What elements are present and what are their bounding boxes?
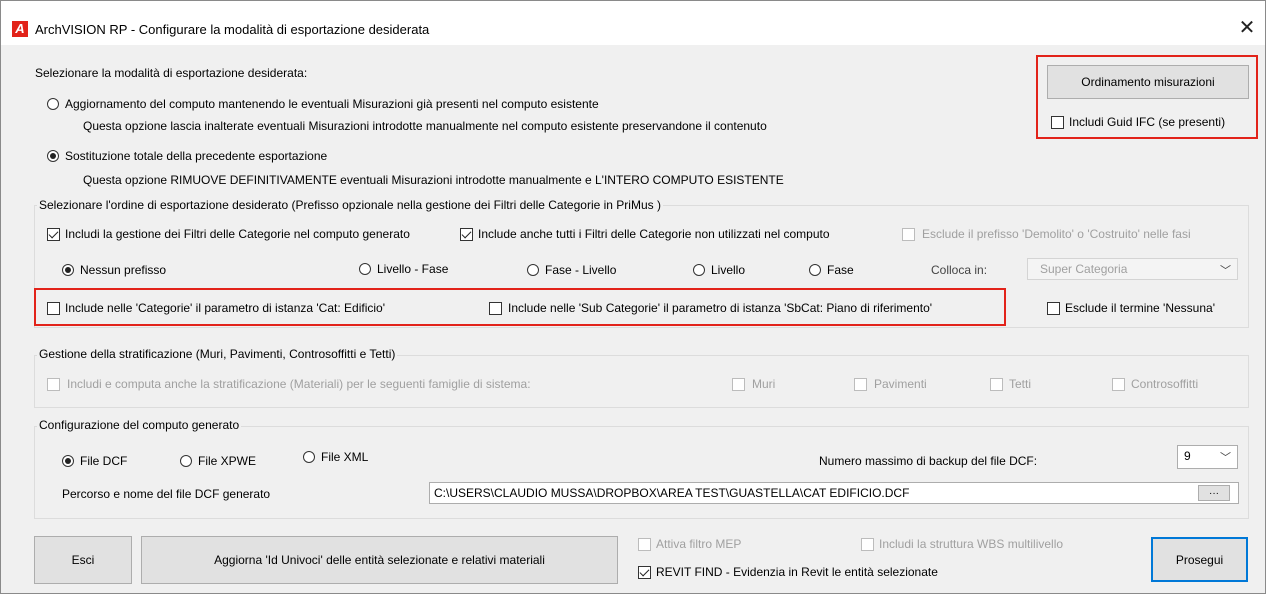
backup-select[interactable]: 9 ﹀ <box>1177 445 1238 469</box>
muri-checkbox[interactable] <box>732 378 745 391</box>
filtri-label: Includi la gestione dei Filtri delle Cat… <box>65 227 410 241</box>
strat-include-label: Includi e computa anche la stratificazio… <box>67 377 531 391</box>
prefix-livello-label: Livello <box>711 263 746 277</box>
revit-find-label: REVIT FIND - Evidenzia in Revit le entit… <box>656 565 938 579</box>
mode-heading: Selezionare la modalità di esportazione … <box>35 66 308 80</box>
archvision-logo-icon: A <box>12 21 28 37</box>
window-title: ArchVISION RP - Configurare la modalità … <box>35 22 430 37</box>
config-group <box>34 426 1249 519</box>
mode-replace-radio[interactable] <box>47 150 59 162</box>
guid-ifc-label: Includi Guid IFC (se presenti) <box>1069 115 1226 129</box>
esclude-nessuna-label: Esclude il termine 'Nessuna' <box>1065 301 1215 315</box>
backup-value: 9 <box>1184 449 1191 463</box>
file-xpwe-label: File XPWE <box>198 454 257 468</box>
colloca-select[interactable]: Super Categoria ﹀ <box>1027 258 1238 280</box>
prosegui-button[interactable]: Prosegui <box>1151 537 1248 582</box>
esclude-prefisso-checkbox[interactable] <box>902 228 915 241</box>
mode-replace-label: Sostituzione totale della precedente esp… <box>65 149 328 163</box>
path-field[interactable]: C:\USERS\CLAUDIO MUSSA\DROPBOX\AREA TEST… <box>429 482 1239 504</box>
filtri-unused-checkbox[interactable] <box>460 228 473 241</box>
prefix-fase-radio[interactable] <box>809 264 821 276</box>
filtri-unused-label: Include anche tutti i Filtri delle Categ… <box>478 227 830 241</box>
mep-checkbox[interactable] <box>638 538 651 551</box>
wbs-label: Includi la struttura WBS multilivello <box>879 537 1064 551</box>
dialog-window: A ArchVISION RP - Configurare la modalit… <box>0 0 1266 594</box>
colloca-value: Super Categoria <box>1040 262 1128 276</box>
controsoffitti-label: Controsoffitti <box>1131 377 1199 391</box>
aggiorna-id-button[interactable]: Aggiorna 'Id Univoci' delle entità selez… <box>141 536 618 584</box>
prefix-fase-label: Fase <box>827 263 854 277</box>
strat-include-checkbox[interactable] <box>47 378 60 391</box>
revit-find-checkbox[interactable] <box>638 566 651 579</box>
prefix-livello-radio[interactable] <box>693 264 705 276</box>
tetti-label: Tetti <box>1009 377 1032 391</box>
mode-replace-description: Questa opzione RIMUOVE DEFINITIVAMENTE e… <box>83 173 784 187</box>
guid-ifc-checkbox[interactable] <box>1051 116 1064 129</box>
config-group-legend: Configurazione del computo generato <box>37 418 242 432</box>
mode-update-label: Aggiornamento del computo mantenendo le … <box>65 97 599 111</box>
file-dcf-radio[interactable] <box>62 455 74 467</box>
cat-edificio-checkbox[interactable] <box>47 302 60 315</box>
prefix-none-radio[interactable] <box>62 264 74 276</box>
backup-label: Numero massimo di backup del file DCF: <box>819 454 1038 468</box>
prefix-livello-fase-label: Livello - Fase <box>377 262 449 276</box>
subcat-checkbox[interactable] <box>489 302 502 315</box>
wbs-checkbox[interactable] <box>861 538 874 551</box>
filtri-checkbox[interactable] <box>47 228 60 241</box>
prefix-none-label: Nessun prefisso <box>80 263 167 277</box>
chevron-down-icon: ﹀ <box>1220 265 1231 277</box>
prefix-fase-livello-label: Fase - Livello <box>545 263 617 277</box>
path-value: C:\USERS\CLAUDIO MUSSA\DROPBOX\AREA TEST… <box>434 486 910 500</box>
prefix-fase-livello-radio[interactable] <box>527 264 539 276</box>
file-dcf-label: File DCF <box>80 454 128 468</box>
title-bar: A ArchVISION RP - Configurare la modalit… <box>1 1 1265 45</box>
mep-label: Attiva filtro MEP <box>656 537 742 551</box>
muri-label: Muri <box>752 377 776 391</box>
close-icon[interactable]: ✕ <box>1233 15 1261 41</box>
file-xml-radio[interactable] <box>303 451 315 463</box>
path-label: Percorso e nome del file DCF generato <box>62 487 271 501</box>
esclude-nessuna-checkbox[interactable] <box>1047 302 1060 315</box>
esclude-prefisso-label: Esclude il prefisso 'Demolito' o 'Costru… <box>922 227 1191 241</box>
colloca-label: Colloca in: <box>931 263 988 277</box>
mode-update-radio[interactable] <box>47 98 59 110</box>
ordinamento-button[interactable]: Ordinamento misurazioni <box>1047 65 1249 99</box>
mode-update-description: Questa opzione lascia inalterate eventua… <box>83 119 767 133</box>
pavimenti-checkbox[interactable] <box>854 378 867 391</box>
order-group-legend: Selezionare l'ordine di esportazione des… <box>37 198 663 212</box>
chevron-down-icon: ﹀ <box>1220 452 1231 464</box>
strat-group-legend: Gestione della stratificazione (Muri, Pa… <box>37 347 398 361</box>
browse-button[interactable]: ··· <box>1198 485 1230 501</box>
cat-edificio-label: Include nelle 'Categorie' il parametro d… <box>65 301 385 315</box>
file-xml-label: File XML <box>321 450 369 464</box>
prefix-livello-fase-radio[interactable] <box>359 263 371 275</box>
esci-button[interactable]: Esci <box>34 536 132 584</box>
subcat-label: Include nelle 'Sub Categorie' il paramet… <box>508 301 933 315</box>
tetti-checkbox[interactable] <box>990 378 1003 391</box>
pavimenti-label: Pavimenti <box>874 377 927 391</box>
controsoffitti-checkbox[interactable] <box>1112 378 1125 391</box>
file-xpwe-radio[interactable] <box>180 455 192 467</box>
